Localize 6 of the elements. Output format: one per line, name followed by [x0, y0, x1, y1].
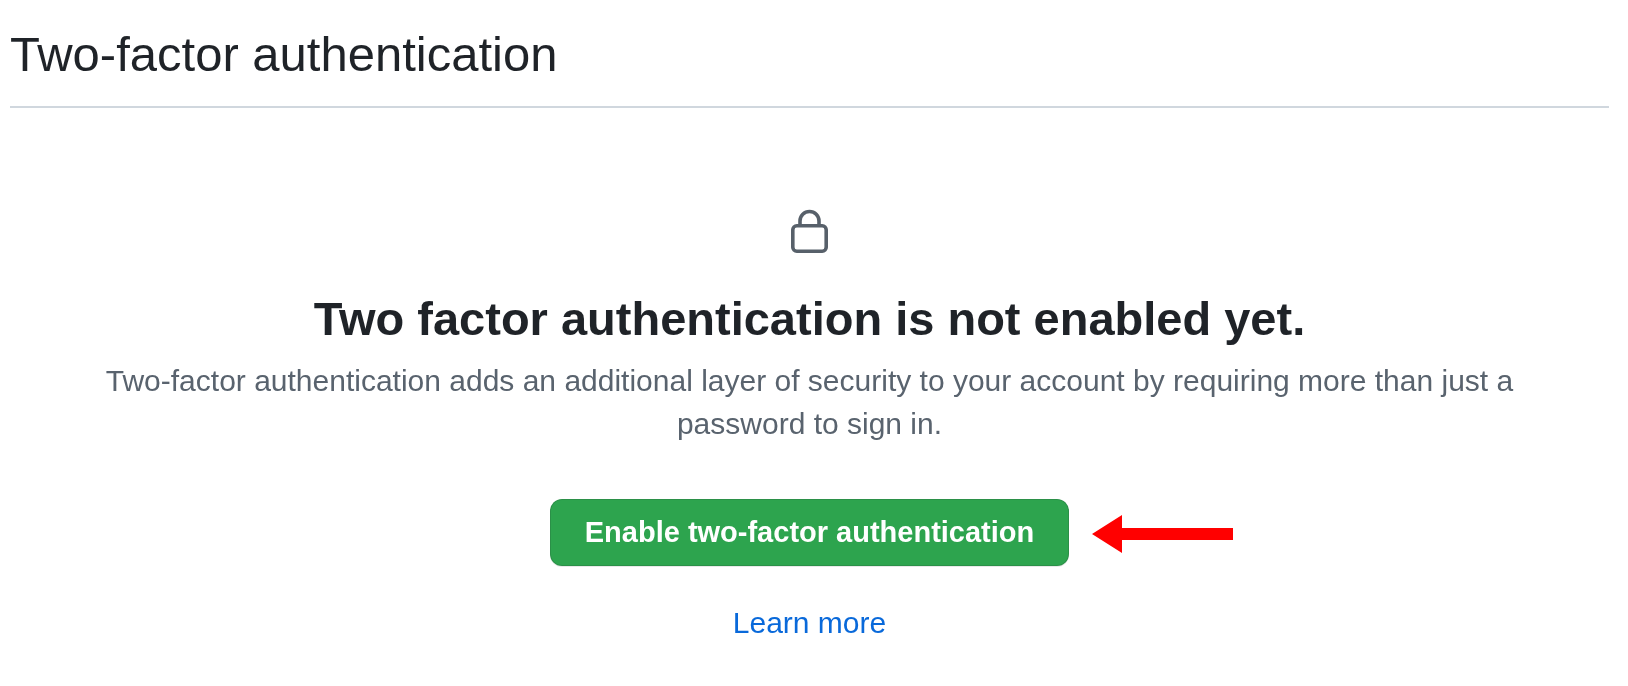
enable-two-factor-button[interactable]: Enable two-factor authentication [549, 499, 1070, 567]
empty-state-heading: Two factor authentication is not enabled yet. [313, 290, 1306, 347]
page-title: Two-factor authentication [10, 26, 559, 83]
learn-more-link[interactable]: Learn more [732, 605, 887, 642]
lock-icon [791, 207, 828, 253]
empty-state-description: Two-factor authentication adds an additional layer of security to your account by requiring more than just a password to sign in. [104, 363, 1515, 443]
